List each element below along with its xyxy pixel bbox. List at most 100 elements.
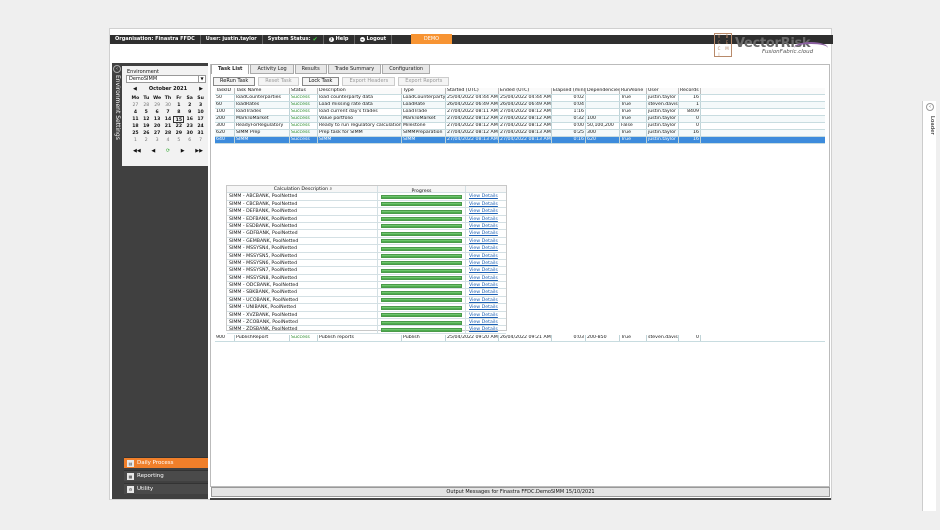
calendar-day[interactable]: 10 <box>195 109 206 116</box>
column-header-type[interactable]: Type <box>402 88 446 94</box>
view-details-link[interactable]: View Details <box>466 208 506 214</box>
column-header-elapsed[interactable]: Elapsed (min) <box>552 88 586 94</box>
expand-loader-icon[interactable]: ‹ <box>926 103 934 111</box>
calendar-day[interactable]: 16 <box>184 116 195 123</box>
environment-select[interactable]: DemoSIMM ▼ <box>126 75 206 83</box>
rerun-task-button[interactable]: ReRun Task <box>213 77 256 86</box>
calendar-day[interactable]: 20 <box>152 123 163 130</box>
table-row[interactable]: 200 MarkToMarket Success Value portfolio Mar… <box>215 116 825 123</box>
tab-results[interactable]: Results <box>294 64 327 74</box>
view-details-link[interactable]: View Details <box>466 312 506 318</box>
calendar-day[interactable]: 11 <box>130 116 141 123</box>
view-details-link[interactable]: View Details <box>466 201 506 207</box>
view-details-link[interactable]: View Details <box>466 245 506 251</box>
table-row[interactable]: 620 SIMM Prep Success Prep task for SIMM SIM… <box>215 130 825 137</box>
table-row[interactable]: 300 ReadyForRegulatory Success Ready to run… <box>215 123 825 130</box>
calendar-day[interactable]: 24 <box>195 123 206 130</box>
column-header-records[interactable]: Records <box>679 88 701 94</box>
calendar-day[interactable]: 4 <box>130 109 141 116</box>
calendar-day[interactable]: 5 <box>173 137 184 144</box>
view-details-link[interactable]: View Details <box>466 267 506 273</box>
calendar-day[interactable]: 4 <box>163 137 174 144</box>
calendar-day[interactable]: 6 <box>184 137 195 144</box>
tab-task-list[interactable]: Task List <box>211 64 250 74</box>
view-details-link[interactable]: View Details <box>466 326 506 332</box>
calendar-day[interactable]: 29 <box>152 102 163 109</box>
view-details-link[interactable]: View Details <box>466 223 506 229</box>
calendar-day[interactable]: 28 <box>163 130 174 137</box>
calendar-day[interactable]: 7 <box>163 109 174 116</box>
tab-configuration[interactable]: Configuration <box>382 64 431 74</box>
calendar-day[interactable]: 3 <box>152 137 163 144</box>
view-details-link[interactable]: View Details <box>466 193 506 199</box>
column-header-dependencies[interactable]: Dependencies <box>586 88 620 94</box>
reset-task-button[interactable]: Reset Task <box>258 77 299 86</box>
calendar-day[interactable]: 29 <box>173 130 184 137</box>
nav-reporting[interactable]: ▦ Reporting <box>124 470 208 481</box>
column-header-user[interactable]: User <box>647 88 679 94</box>
calendar-day[interactable]: 2 <box>184 102 195 109</box>
export-reports-button[interactable]: Export Reports <box>398 77 450 86</box>
view-details-link[interactable]: View Details <box>466 297 506 303</box>
calendar-day[interactable]: 26 <box>141 130 152 137</box>
calendar-day[interactable]: 8 <box>173 109 184 116</box>
prev-month-icon[interactable]: ◀ <box>133 86 137 92</box>
view-details-link[interactable]: View Details <box>466 319 506 325</box>
calendar-day[interactable]: 5 <box>141 109 152 116</box>
table-row[interactable]: 640 SIMM Success SIMM SIMM 27/04/2022 08:13 A… <box>215 137 825 144</box>
calendar-day[interactable]: 13 <box>152 116 163 123</box>
column-header-description[interactable]: Description <box>318 88 402 94</box>
tab-activity-log[interactable]: Activity Log <box>250 64 294 74</box>
calendar-day[interactable]: 19 <box>141 123 152 130</box>
view-details-link[interactable]: View Details <box>466 260 506 266</box>
calendar-day[interactable]: 7 <box>195 137 206 144</box>
calendar-day[interactable]: 31 <box>195 130 206 137</box>
table-row[interactable]: 50 loadCounterparties Success load counterp… <box>215 95 825 102</box>
calendar-day[interactable]: 17 <box>195 116 206 123</box>
column-header-run-alone[interactable]: RunAlone <box>620 88 647 94</box>
view-details-link[interactable]: View Details <box>466 304 506 310</box>
nav-utility[interactable]: ⚙ Utility <box>124 483 208 494</box>
calendar-day[interactable]: 28 <box>141 102 152 109</box>
search-icon[interactable]: ⌕ <box>330 187 333 192</box>
calendar-day[interactable]: 12 <box>141 116 152 123</box>
column-header-ended[interactable]: Ended (UTC) <box>499 88 552 94</box>
column-header-status[interactable]: Status <box>290 88 318 94</box>
view-details-link[interactable]: View Details <box>466 289 506 295</box>
view-details-link[interactable]: View Details <box>466 275 506 281</box>
calendar-day[interactable]: 30 <box>184 130 195 137</box>
calendar-day[interactable]: 15 <box>173 116 185 123</box>
refresh-icon[interactable]: ⟳ <box>166 148 170 154</box>
calendar-day[interactable]: 30 <box>163 102 174 109</box>
calendar-day[interactable]: 2 <box>141 137 152 144</box>
column-header-task-name[interactable]: Task Name <box>235 88 290 94</box>
view-details-link[interactable]: View Details <box>466 230 506 236</box>
view-details-link[interactable]: View Details <box>466 282 506 288</box>
calendar-day[interactable]: 25 <box>130 130 141 137</box>
column-header-started[interactable]: Started (UTC) <box>446 88 499 94</box>
calendar-day[interactable]: 21 <box>163 123 174 130</box>
calc-desc-header[interactable]: Calculation Description ⌕ <box>227 186 378 193</box>
column-header-task-id[interactable]: TaskID <box>215 88 235 94</box>
calendar-day[interactable]: 27 <box>152 130 163 137</box>
next-month-icon[interactable]: ▶ <box>199 86 203 92</box>
calendar-day[interactable]: 3 <box>195 102 206 109</box>
calendar-day[interactable]: 27 <box>130 102 141 109</box>
calendar-day[interactable]: 1 <box>173 102 184 109</box>
tab-trade-summary[interactable]: Trade Summary <box>327 64 382 74</box>
logout-button[interactable]: → Logout <box>355 35 393 44</box>
table-row[interactable]: 900 PublishReport Success Publish reports Pu… <box>215 335 825 342</box>
table-row[interactable]: 100 loadTrades Success load current day's t… <box>215 109 825 116</box>
calendar-day[interactable]: 23 <box>184 123 195 130</box>
calendar-day[interactable]: 6 <box>152 109 163 116</box>
calendar-day[interactable]: 14 <box>163 116 174 123</box>
lock-task-button[interactable]: Lock Task <box>301 77 340 86</box>
prev-icon[interactable]: ◀ <box>151 148 155 154</box>
calendar-day[interactable]: 22 <box>173 123 184 130</box>
nav-daily-process[interactable]: ▤ Daily Process <box>124 457 208 468</box>
next-icon[interactable]: ▶ <box>181 148 185 154</box>
export-headers-button[interactable]: Export Headers <box>342 77 396 86</box>
help-button[interactable]: ? Help <box>324 35 355 44</box>
output-messages-bar[interactable]: Output Messages for Finastra FFDC.DemoSI… <box>211 487 830 497</box>
calendar-day[interactable]: 18 <box>130 123 141 130</box>
